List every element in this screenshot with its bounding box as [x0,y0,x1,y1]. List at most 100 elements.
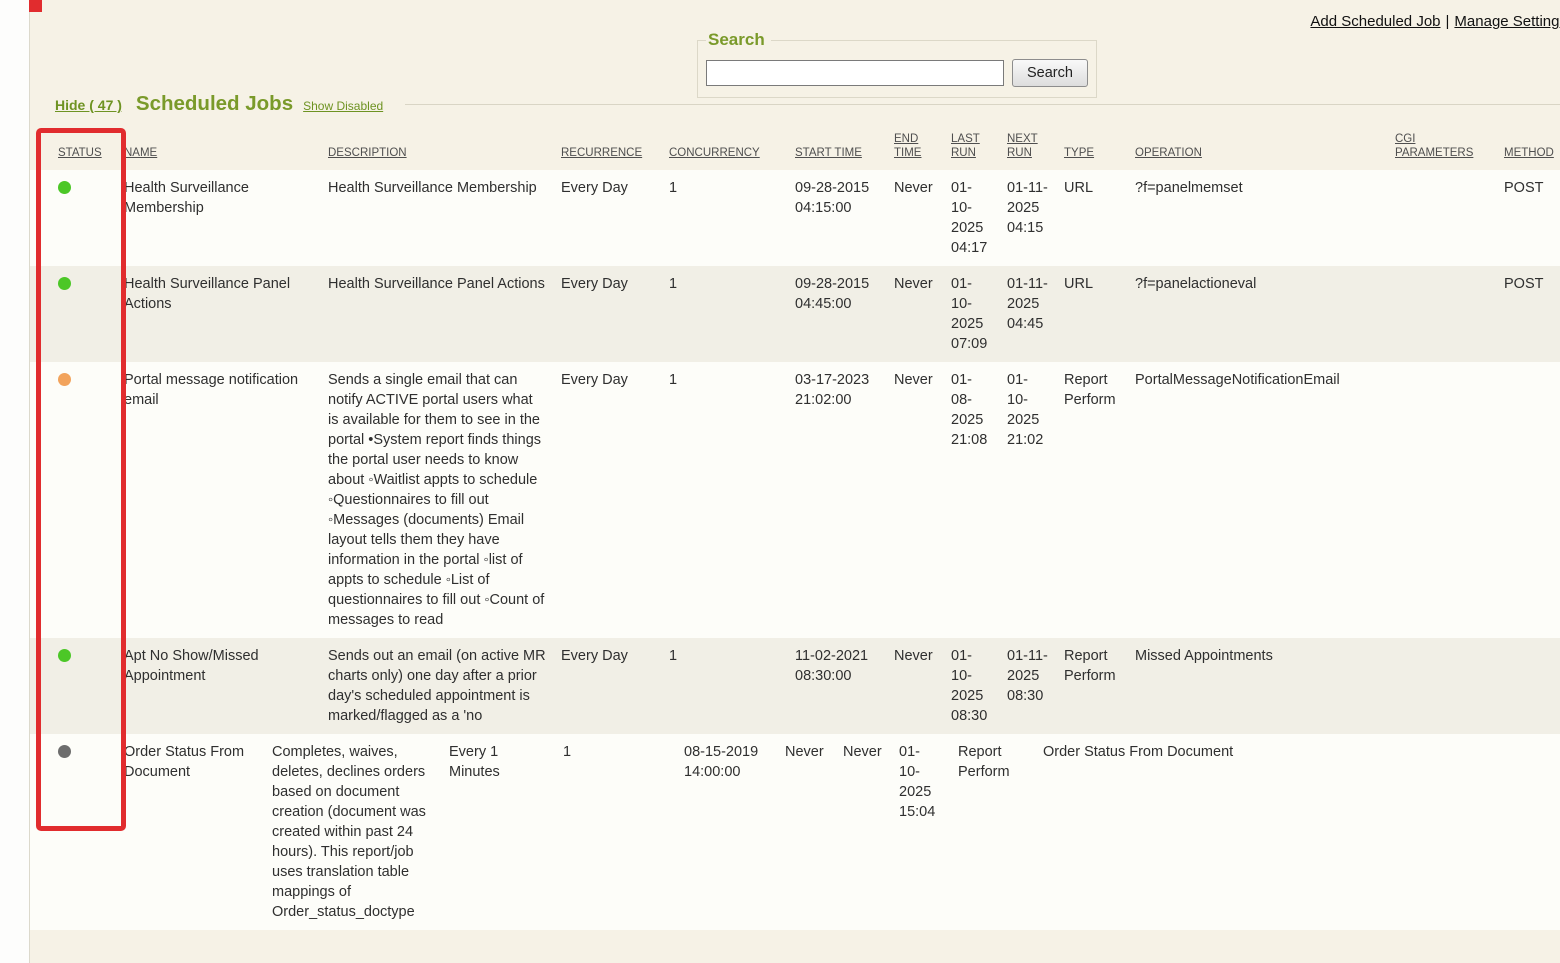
scheduled-jobs-table: STATUS NAME DESCRIPTION RECURRENCE CONCU… [30,120,1560,734]
column-header-type[interactable]: TYPE [1064,120,1135,170]
cell-name: Health Surveillance Panel Actions [124,266,328,362]
cell-cgi-parameters [1303,734,1412,930]
page-title: Scheduled Jobs [136,92,293,115]
cell-recurrence: Every Day [561,362,669,638]
table-header-row: STATUS NAME DESCRIPTION RECURRENCE CONCU… [30,120,1560,170]
cell-cgi-parameters [1395,362,1504,638]
cell-concurrency: 1 [669,266,795,362]
column-header-last-run[interactable]: LAST RUN [951,120,1007,170]
column-header-method[interactable]: METHOD [1504,120,1560,170]
search-input[interactable] [706,60,1004,86]
job-row: Portal message notification emailSends a… [30,362,1560,638]
job-row: Health Surveillance MembershipHealth Sur… [30,170,1560,266]
cell-operation: ?f=panelactioneval [1135,266,1395,362]
cell-concurrency: 1 [669,362,795,638]
column-header-next-run[interactable]: NEXT RUN [1007,120,1064,170]
column-header-concurrency[interactable]: CONCURRENCY [669,120,795,170]
cell-next-run: 01-11-2025 08:30 [1007,638,1064,734]
cell-method [1504,362,1560,638]
cell-start-time: 09-28-2015 04:45:00 [795,266,894,362]
job-row: Apt No Show/Missed AppointmentSends out … [30,638,1560,734]
cell-method [1412,734,1560,930]
cell-status [30,638,124,734]
cell-next-run: 01-11-2025 04:15 [1007,170,1064,266]
cell-start-time: 03-17-2023 21:02:00 [795,362,894,638]
link-separator: | [1446,13,1450,30]
search-row: Search [706,59,1088,87]
cell-status [30,266,124,362]
column-header-cgi-parameters[interactable]: CGI PARAMETERS [1395,120,1504,170]
cell-recurrence: Every Day [561,266,669,362]
status-green-dot-icon [58,181,71,194]
cell-method [1504,638,1560,734]
scheduled-jobs-table-area: STATUS NAME DESCRIPTION RECURRENCE CONCU… [30,120,1560,930]
cell-type: Report Perform [1064,638,1135,734]
cell-end-time: Never [785,734,843,930]
left-frame-strip [0,0,30,963]
cell-next-run: 01-11-2025 04:45 [1007,266,1064,362]
cell-status [30,734,124,930]
cell-end-time: Never [894,638,951,734]
cell-description: Completes, waives, deletes, declines ord… [272,734,449,930]
cell-concurrency: 1 [669,170,795,266]
cell-last-run: 01-10-2025 04:17 [951,170,1007,266]
cell-description: Sends a single email that can notify ACT… [328,362,561,638]
cell-operation: Order Status From Document [1043,734,1303,930]
cell-end-time: Never [894,362,951,638]
cell-method: POST [1504,266,1560,362]
cell-operation: ?f=panelmemset [1135,170,1395,266]
cell-name: Portal message notification email [124,362,328,638]
cell-name: Order Status From Document [124,734,272,930]
cell-name: Health Surveillance Membership [124,170,328,266]
cell-last-run: Never [843,734,899,930]
cell-next-run: 01-10-2025 21:02 [1007,362,1064,638]
cell-cgi-parameters [1395,266,1504,362]
cell-recurrence: Every Day [561,638,669,734]
cell-cgi-parameters [1395,638,1504,734]
column-header-start-time[interactable]: START TIME [795,120,894,170]
scheduled-jobs-table-continued: Order Status From DocumentCompletes, wai… [30,734,1560,930]
cell-name: Apt No Show/Missed Appointment [124,638,328,734]
column-header-end-time[interactable]: END TIME [894,120,951,170]
cell-recurrence: Every 1 Minutes [449,734,563,930]
cell-type: Report Perform [1064,362,1135,638]
cell-status [30,362,124,638]
column-header-name[interactable]: NAME [124,120,328,170]
cell-next-run: 01-10-2025 15:04 [899,734,958,930]
cell-cgi-parameters [1395,170,1504,266]
section-header: Hide ( 47 ) Scheduled Jobs Show Disabled [55,92,383,116]
cell-start-time: 11-02-2021 08:30:00 [795,638,894,734]
status-gray-dot-icon [58,745,71,758]
cell-last-run: 01-10-2025 07:09 [951,266,1007,362]
status-green-dot-icon [58,649,71,662]
cell-start-time: 09-28-2015 04:15:00 [795,170,894,266]
cell-type: Report Perform [958,734,1043,930]
column-header-status[interactable]: STATUS [30,120,124,170]
cell-last-run: 01-08-2025 21:08 [951,362,1007,638]
show-disabled-link[interactable]: Show Disabled [303,99,383,113]
cell-start-time: 08-15-2019 14:00:00 [684,734,785,930]
column-header-description[interactable]: DESCRIPTION [328,120,561,170]
manage-settings-link[interactable]: Manage Settings [1454,13,1560,30]
job-row: Order Status From DocumentCompletes, wai… [30,734,1560,930]
cell-type: URL [1064,266,1135,362]
cell-end-time: Never [894,170,951,266]
cell-recurrence: Every Day [561,170,669,266]
search-panel: Search Search [697,30,1097,98]
table-header: STATUS NAME DESCRIPTION RECURRENCE CONCU… [30,120,1560,170]
section-divider-line [405,104,1560,105]
add-scheduled-job-link[interactable]: Add Scheduled Job [1310,13,1440,30]
cell-last-run: 01-10-2025 08:30 [951,638,1007,734]
annotation-corner-mark [29,0,42,12]
column-header-recurrence[interactable]: RECURRENCE [561,120,669,170]
cell-end-time: Never [894,266,951,362]
column-header-operation[interactable]: OPERATION [1135,120,1395,170]
search-button[interactable]: Search [1012,59,1088,87]
cell-status [30,170,124,266]
search-panel-legend: Search [706,30,771,50]
cell-description: Sends out an email (on active MR charts … [328,638,561,734]
hide-count-link[interactable]: Hide ( 47 ) [55,97,122,113]
cell-type: URL [1064,170,1135,266]
cell-concurrency: 1 [669,638,795,734]
status-orange-dot-icon [58,373,71,386]
